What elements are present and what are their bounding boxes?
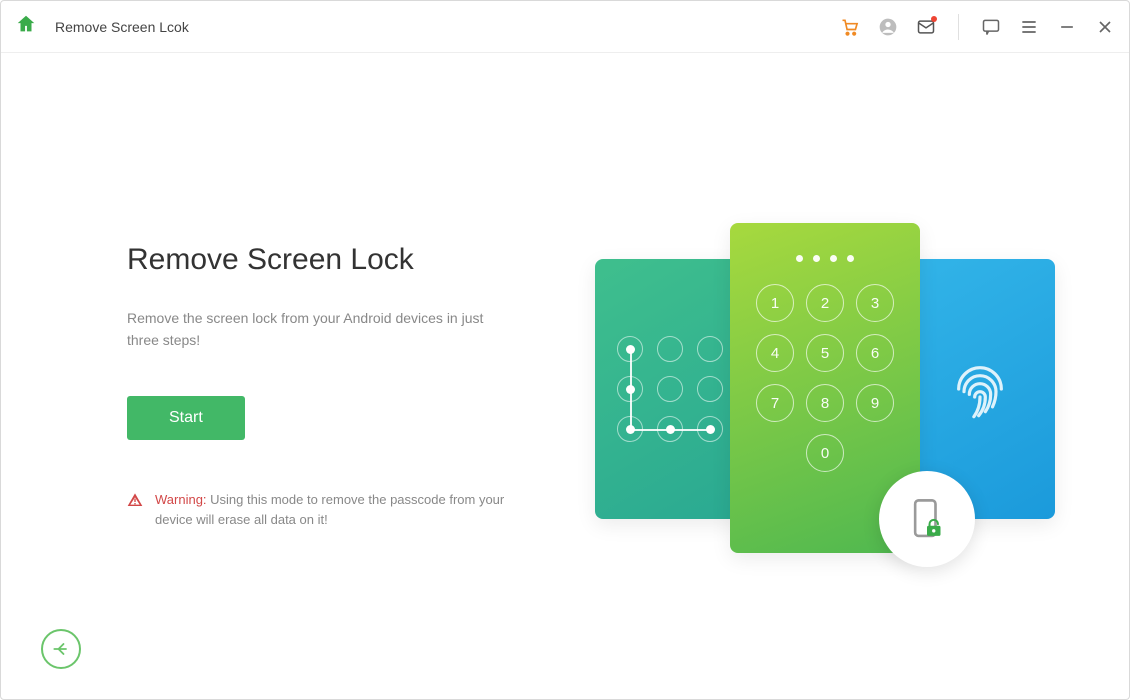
fingerprint-icon [944,353,1016,425]
cart-icon[interactable] [840,17,860,37]
keypad-key: 1 [756,284,794,322]
page-heading: Remove Screen Lock [127,243,525,277]
app-title: Remove Screen Lcok [55,19,189,35]
right-pane: 1 2 3 4 5 6 7 8 9 0 [565,53,1129,699]
arrow-left-icon [51,639,71,659]
mail-icon[interactable] [916,17,936,37]
lock-illustration: 1 2 3 4 5 6 7 8 9 0 [595,223,1055,563]
keypad-key: 3 [856,284,894,322]
warning-label: Warning: [155,492,207,507]
pattern-card [595,259,745,519]
minimize-icon[interactable] [1057,17,1077,37]
left-pane: Remove Screen Lock Remove the screen loc… [1,53,565,699]
profile-icon[interactable] [878,17,898,37]
back-button[interactable] [41,629,81,669]
warning-triangle-icon [127,492,143,508]
pin-dots [730,255,920,262]
keypad-grid: 1 2 3 4 5 6 7 8 9 0 [730,284,920,472]
page-description: Remove the screen lock from your Android… [127,307,487,352]
pattern-grid [617,336,723,442]
warning-row: Warning: Using this mode to remove the p… [127,490,525,530]
titlebar: Remove Screen Lcok [1,1,1129,53]
keypad-key: 5 [806,334,844,372]
keypad-key: 2 [806,284,844,322]
notification-dot-icon [931,16,937,22]
keypad-key: 0 [806,434,844,472]
keypad-key: 7 [756,384,794,422]
warning-text: Using this mode to remove the passcode f… [155,492,504,527]
keypad-key: 6 [856,334,894,372]
menu-icon[interactable] [1019,17,1039,37]
keypad-key: 4 [756,334,794,372]
keypad-key: 9 [856,384,894,422]
phone-unlock-badge [879,471,975,567]
home-icon[interactable] [15,13,37,40]
keypad-key: 8 [806,384,844,422]
toolbar-divider [958,14,959,40]
start-button[interactable]: Start [127,396,245,440]
close-icon[interactable] [1095,17,1115,37]
feedback-icon[interactable] [981,17,1001,37]
window-toolbar [840,14,1115,40]
